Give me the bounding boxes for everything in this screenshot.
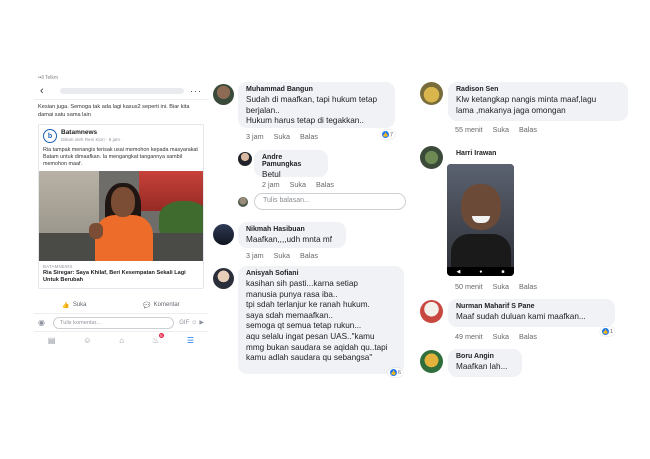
avatar[interactable]	[213, 224, 234, 245]
menu-icon[interactable]: ☰	[187, 336, 194, 345]
comment-bubble: Nikmah Hasibuan Maafkan,,,,udh mnta mf	[238, 222, 346, 248]
comment-text: Maaf sudah duluan kami maafkan...	[456, 312, 586, 321]
comment-author[interactable]: Andre Pamungkas	[262, 154, 320, 168]
like-link[interactable]: Suka	[493, 332, 509, 341]
comment-meta: 3 jam Suka Balas	[246, 251, 328, 260]
comment-time: 2 jam	[262, 180, 280, 189]
news-feed-icon[interactable]: ▤	[48, 336, 56, 345]
send-icon[interactable]: ▶	[199, 319, 204, 326]
reply-link[interactable]: Balas	[519, 282, 537, 291]
post-caption: Kesian juga. Semoga tak ada lagi kasus2 …	[38, 104, 190, 118]
reaction-count[interactable]: 👍 1	[600, 327, 616, 336]
camera-icon[interactable]: ◉	[38, 318, 50, 327]
comment-meta: 55 menit Suka Balas	[455, 125, 547, 134]
reply-link[interactable]: Balas	[316, 180, 334, 189]
page-name[interactable]: Batamnews	[61, 129, 123, 136]
like-link[interactable]: Suka	[493, 282, 509, 291]
comment-meta: 50 menit Suka Balas	[455, 282, 547, 291]
comment-icon: 💬	[143, 302, 151, 309]
link-title[interactable]: Ria Siregar: Saya Khilaf, Beri Kesempata…	[39, 269, 203, 288]
post-actions: 👍 Suka 💬 Komentar	[34, 297, 208, 313]
avatar	[238, 197, 248, 207]
comment-time: 50 menit	[455, 282, 483, 291]
avatar[interactable]	[420, 300, 443, 323]
reply-input[interactable]: Tulis balasan...	[254, 193, 406, 210]
like-reaction-icon: 👍	[602, 328, 609, 335]
photo-attachment[interactable]: ◀ ● ■	[447, 164, 514, 276]
friends-icon[interactable]: ☺	[83, 336, 91, 345]
avatar[interactable]	[238, 152, 252, 166]
screenshot-collage: ••ll Telkm ‹ ··· Kesian juga. Semoga tak…	[0, 0, 650, 459]
avatar[interactable]	[420, 350, 443, 373]
shared-post-header: b Batamnews Diikuti oleh Reni Kiori · 6 …	[39, 125, 203, 145]
avatar[interactable]	[420, 82, 443, 105]
like-button[interactable]: 👍 Suka	[62, 302, 86, 309]
like-reaction-icon: 👍	[382, 131, 389, 138]
comment-bubble: Radison Sen Klw ketangkap nangis minta m…	[448, 82, 628, 121]
batamnews-logo-icon[interactable]: b	[43, 129, 57, 143]
facebook-post-screen: ••ll Telkm ‹ ··· Kesian juga. Semoga tak…	[34, 74, 208, 380]
comment-bubble: Nurman Maharif S Pane Maaf sudah duluan …	[448, 299, 615, 327]
comment-meta: 2 jam Suka Balas	[262, 180, 344, 189]
comment-text: Maafkan lah...	[456, 362, 508, 371]
comment-author[interactable]: Radison Sen	[456, 86, 620, 93]
reply-link[interactable]: Balas	[519, 332, 537, 341]
comment-text: Betul	[262, 170, 281, 179]
comment-text: Klw ketangkap nangis minta maaf,lagu lam…	[456, 95, 597, 115]
shared-post-text: Ria tampak menangis terisak usai memohon…	[43, 147, 198, 167]
comment-bubble: Muhammad Bangun Sudah di maafkan, tapi h…	[238, 82, 395, 128]
comment-text: kasihan sih pasti...karna setiap manusia…	[246, 279, 388, 363]
marketplace-icon[interactable]: ⌂	[119, 336, 124, 345]
comment-time: 3 jam	[246, 132, 264, 141]
like-link[interactable]: Suka	[290, 180, 306, 189]
shared-post-card[interactable]: b Batamnews Diikuti oleh Reni Kiori · 6 …	[38, 124, 204, 289]
comment-meta: 3 jam Suka Balas	[246, 132, 328, 141]
comment-meta: 49 menit Suka Balas	[455, 332, 547, 341]
comment-button[interactable]: 💬 Komentar	[143, 302, 180, 309]
news-photo[interactable]	[39, 171, 203, 261]
comment-author[interactable]: Nikmah Hasibuan	[246, 226, 338, 233]
avatar[interactable]	[213, 268, 234, 289]
like-link[interactable]: Suka	[274, 132, 290, 141]
bottom-tab-bar: ▤ ☺ ⌂ ♨ 6 ☰	[34, 331, 208, 349]
post-meta: Diikuti oleh Reni Kiori · 6 jam ·	[61, 137, 123, 142]
reply-link[interactable]: Balas	[300, 251, 318, 260]
comment-time: 3 jam	[246, 251, 264, 260]
more-options-icon[interactable]: ···	[190, 86, 202, 96]
reaction-count[interactable]: 👍 7	[380, 130, 396, 139]
comment-author[interactable]: Muhammad Bangun	[246, 86, 387, 93]
comment-input[interactable]: Tulis komentar...	[53, 316, 175, 329]
comment-text: Sudah di maafkan, tapi hukum tetap berja…	[246, 95, 378, 126]
notifications-icon[interactable]: ♨ 6	[152, 333, 165, 345]
reaction-count[interactable]: 👍 6	[388, 368, 404, 377]
avatar[interactable]	[213, 84, 234, 105]
gif-icon[interactable]: GIF	[179, 320, 189, 326]
back-arrow-icon[interactable]: ‹	[40, 85, 54, 97]
reply-link[interactable]: Balas	[519, 125, 537, 134]
comment-time: 55 menit	[455, 125, 483, 134]
notification-badge: 6	[158, 333, 165, 338]
comment-author[interactable]: Anisyah Sofiani	[246, 270, 396, 277]
like-link[interactable]: Suka	[493, 125, 509, 134]
emoji-icon[interactable]: ☺	[191, 320, 197, 326]
avatar[interactable]	[420, 146, 443, 169]
comment-author[interactable]: Nurman Maharif S Pane	[456, 303, 607, 310]
comment-author[interactable]: Harri Irawan	[456, 150, 496, 157]
thumbs-up-icon: 👍	[62, 302, 70, 309]
comment-author[interactable]: Boru Angin	[456, 353, 514, 360]
like-link[interactable]: Suka	[274, 251, 290, 260]
reply-link[interactable]: Balas	[300, 132, 318, 141]
like-reaction-icon: 👍	[390, 369, 397, 376]
comment-time: 49 menit	[455, 332, 483, 341]
top-nav: ‹ ···	[34, 82, 208, 100]
comment-text: Maafkan,,,,udh mnta mf	[246, 235, 333, 244]
comment-bubble: Andre Pamungkas Betul	[254, 150, 328, 179]
comment-bubble: Boru Angin Maafkan lah...	[448, 349, 522, 377]
comment-composer: ◉ Tulis komentar... GIF ☺ ▶	[34, 313, 208, 331]
blurred-title	[60, 87, 184, 94]
link-source: BATAMNEWS	[43, 264, 73, 269]
status-bar: ••ll Telkm	[38, 75, 59, 81]
comment-bubble: Anisyah Sofiani kasihan sih pasti...karn…	[238, 266, 404, 374]
